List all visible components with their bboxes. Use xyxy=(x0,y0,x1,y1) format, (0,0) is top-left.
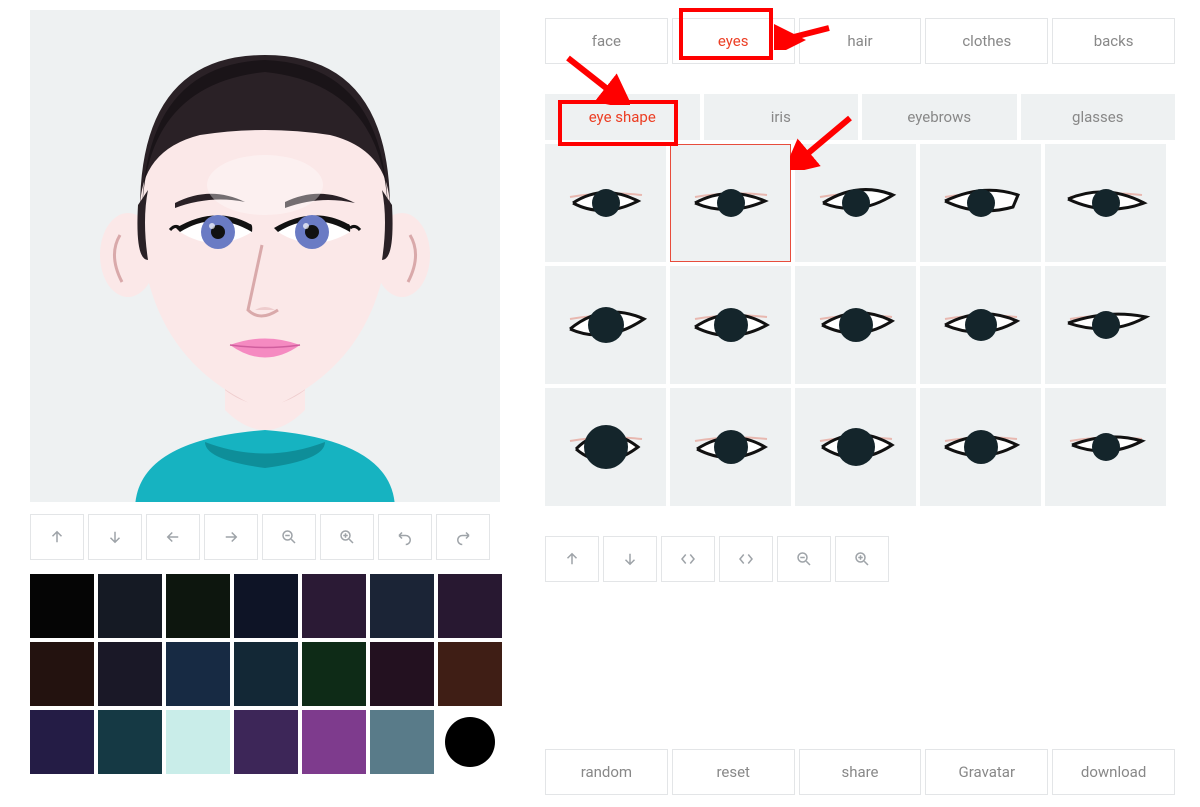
color-swatch[interactable] xyxy=(234,642,298,706)
random-button[interactable]: random xyxy=(545,749,668,795)
part-toolbar xyxy=(545,536,1175,582)
eye-shape-option[interactable] xyxy=(1045,144,1166,262)
move-up-button[interactable] xyxy=(30,514,84,560)
part-zoom-in-button[interactable] xyxy=(835,536,889,582)
color-swatch[interactable] xyxy=(302,710,366,774)
gravatar-button[interactable]: Gravatar xyxy=(925,749,1048,795)
eye-shape-option[interactable] xyxy=(670,266,791,384)
action-bar: random reset share Gravatar download xyxy=(545,749,1175,795)
download-button[interactable]: download xyxy=(1052,749,1175,795)
color-swatch[interactable] xyxy=(98,710,162,774)
part-widen-button[interactable] xyxy=(719,536,773,582)
eye-shape-option[interactable] xyxy=(1045,388,1166,506)
move-left-button[interactable] xyxy=(146,514,200,560)
eye-shape-option[interactable] xyxy=(545,388,666,506)
color-swatch[interactable] xyxy=(166,642,230,706)
part-narrow-button[interactable] xyxy=(661,536,715,582)
color-swatch[interactable] xyxy=(98,574,162,638)
subtab-eyebrows[interactable]: eyebrows xyxy=(862,94,1017,140)
avatar-preview xyxy=(30,10,500,502)
undo-button[interactable] xyxy=(378,514,432,560)
current-color-swatch[interactable] xyxy=(445,717,495,767)
eye-shape-option[interactable] xyxy=(670,144,791,262)
share-button[interactable]: share xyxy=(799,749,922,795)
color-swatch[interactable] xyxy=(30,574,94,638)
color-swatch[interactable] xyxy=(438,642,502,706)
eye-shape-option[interactable] xyxy=(545,266,666,384)
move-right-button[interactable] xyxy=(204,514,258,560)
color-swatch[interactable] xyxy=(370,710,434,774)
category-tabs: face eyes hair clothes backs xyxy=(545,18,1175,64)
part-up-button[interactable] xyxy=(545,536,599,582)
eye-shape-option[interactable] xyxy=(1045,266,1166,384)
color-swatch[interactable] xyxy=(438,574,502,638)
tab-eyes[interactable]: eyes xyxy=(672,18,795,64)
reset-button[interactable]: reset xyxy=(672,749,795,795)
part-zoom-out-button[interactable] xyxy=(777,536,831,582)
color-swatch[interactable] xyxy=(30,710,94,774)
subtab-iris[interactable]: iris xyxy=(704,94,859,140)
eye-shape-option[interactable] xyxy=(795,266,916,384)
color-swatch[interactable] xyxy=(234,710,298,774)
eye-shape-options xyxy=(545,144,1175,506)
color-swatch[interactable] xyxy=(234,574,298,638)
eye-shape-option[interactable] xyxy=(920,144,1041,262)
preview-toolbar xyxy=(30,514,500,560)
color-swatch[interactable] xyxy=(370,642,434,706)
eye-shape-option[interactable] xyxy=(920,266,1041,384)
eye-shape-option[interactable] xyxy=(795,144,916,262)
color-palette xyxy=(30,574,510,774)
zoom-in-button[interactable] xyxy=(320,514,374,560)
subtab-eye-shape[interactable]: eye shape xyxy=(545,94,700,140)
color-swatch[interactable] xyxy=(166,574,230,638)
color-swatch[interactable] xyxy=(302,574,366,638)
redo-button[interactable] xyxy=(436,514,490,560)
tab-backs[interactable]: backs xyxy=(1052,18,1175,64)
part-down-button[interactable] xyxy=(603,536,657,582)
move-down-button[interactable] xyxy=(88,514,142,560)
tab-clothes[interactable]: clothes xyxy=(925,18,1048,64)
tab-hair[interactable]: hair xyxy=(799,18,922,64)
tab-face[interactable]: face xyxy=(545,18,668,64)
zoom-out-button[interactable] xyxy=(262,514,316,560)
eye-shape-option[interactable] xyxy=(670,388,791,506)
color-swatch[interactable] xyxy=(166,710,230,774)
color-swatch[interactable] xyxy=(370,574,434,638)
eye-shape-option[interactable] xyxy=(545,144,666,262)
color-swatch[interactable] xyxy=(302,642,366,706)
subcategory-tabs: eye shape iris eyebrows glasses xyxy=(545,94,1175,140)
eye-shape-option[interactable] xyxy=(795,388,916,506)
eye-shape-option[interactable] xyxy=(920,388,1041,506)
color-swatch[interactable] xyxy=(30,642,94,706)
subtab-glasses[interactable]: glasses xyxy=(1021,94,1176,140)
color-swatch[interactable] xyxy=(98,642,162,706)
